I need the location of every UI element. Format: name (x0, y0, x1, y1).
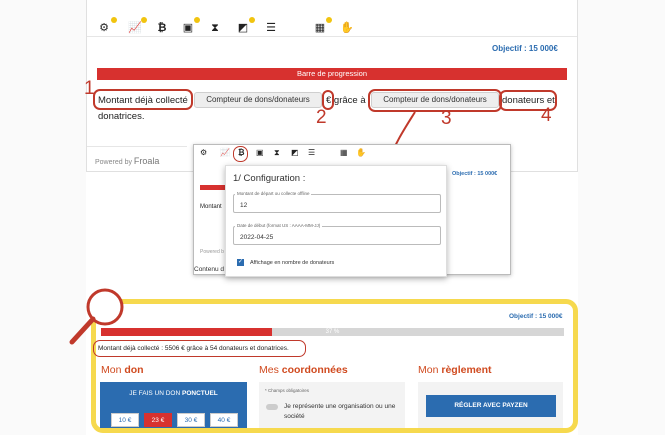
donor-count-checkbox[interactable]: ✓ (237, 259, 244, 266)
left-gutter (0, 0, 86, 435)
start-date-value: 2022-04-25 (240, 234, 274, 241)
org-toggle-label: Je représente une organisation ou une so… (284, 403, 396, 420)
start-date-field[interactable]: 2022-04-25 (233, 226, 441, 245)
progress-bar-placeholder: Barre de progression (97, 68, 567, 80)
highlight-ring-1 (93, 89, 193, 110)
col-reglement-bold: règlement (441, 364, 492, 376)
popup-content-label: Contenu d (194, 266, 224, 273)
badge-dot (326, 17, 332, 23)
badge-dot (141, 17, 147, 23)
amount-option[interactable]: 10 € (111, 413, 139, 427)
align-icon[interactable]: ☰ (308, 148, 315, 157)
don-panel-title: JE FAIS UN DON PONCTUEL (100, 390, 247, 397)
start-amount-field[interactable]: 12 (233, 194, 441, 213)
bitcoin-icon[interactable]: ₿ (156, 22, 168, 34)
chart-icon[interactable]: 📈 (128, 22, 142, 34)
progress-bar-label: Barre de progression (296, 69, 368, 78)
magnifier-icon (69, 288, 124, 345)
calculator-icon[interactable]: ▦ (314, 22, 326, 34)
amount-option[interactable]: 40 € (210, 413, 238, 427)
amount-option[interactable]: 30 € (177, 413, 205, 427)
config-modal: 1/ Configuration : 12 Montant de départ … (225, 165, 447, 277)
image-icon[interactable]: ◩ (237, 22, 249, 34)
popup-left-text: Montant (200, 204, 222, 210)
hourglass-icon[interactable]: ⧗ (274, 148, 280, 158)
powered-by: Powered by Froala (95, 156, 159, 166)
chart-icon[interactable]: 📈 (220, 148, 230, 157)
don-title-bold: PONCTUEL (182, 390, 218, 397)
preview-objectif: Objectif : 15 000€ (509, 313, 563, 320)
checkbox-label: Affichage en nombre de donateurs (250, 260, 335, 266)
start-amount-label: Montant de départ ou collecte offline (235, 191, 312, 196)
calculator-icon[interactable]: ▦ (340, 148, 348, 157)
popup-toolbar: ⚙ 📈 ₿ ▣ ⧗ ◩ ☰ ▦ ✋ (198, 148, 398, 162)
amount-option-selected[interactable]: 23 € (144, 413, 172, 427)
editor-toolbar: ⚙ 📈 ₿ ▣ ⧗ ◩ ☰ ▦ ✋ (96, 8, 366, 34)
right-gutter (578, 0, 665, 435)
popup-objectif: Objectif : 15 000€ (452, 171, 498, 177)
annotation-4: 4 (541, 105, 552, 126)
bitcoin-highlight (233, 146, 248, 162)
id-card-icon[interactable]: ▣ (256, 148, 264, 157)
gear-icon[interactable]: ⚙ (200, 148, 207, 157)
col-don-title: Mon don (101, 364, 144, 376)
col-coordonnees-bold: coordonnées (281, 364, 348, 376)
col-coordonnees-title: Mes coordonnées (259, 364, 348, 376)
line-2: donatrices. (98, 111, 145, 122)
gear-icon[interactable]: ⚙ (98, 22, 110, 34)
annotation-3: 3 (441, 108, 452, 129)
counter-button[interactable]: Compteur de dons/donateurs (194, 92, 322, 108)
toolbar-divider (87, 36, 577, 37)
popup-red-bar (200, 185, 225, 190)
org-toggle[interactable] (266, 404, 278, 410)
froala-logo: Froala (133, 156, 160, 166)
start-amount-value: 12 (240, 202, 248, 209)
id-card-icon[interactable]: ▣ (182, 22, 194, 34)
col-don-bold: don (124, 364, 144, 376)
progress-label: 37 % (325, 329, 340, 335)
col-reglement-prefix: Mon (418, 364, 439, 376)
col-reglement-title: Mon règlement (418, 364, 492, 376)
payzen-button[interactable]: RÉGLER AVEC PAYZEN (426, 395, 556, 417)
handshake-icon[interactable]: ✋ (356, 148, 366, 157)
handshake-icon[interactable]: ✋ (340, 22, 354, 34)
image-icon[interactable]: ◩ (291, 148, 299, 157)
col-coordonnees-prefix: Mes (259, 364, 279, 376)
counter-button-label: Compteur de dons/donateurs (206, 95, 310, 104)
required-note: * Champs obligatoires (265, 388, 310, 393)
badge-dot (111, 17, 117, 23)
hourglass-icon[interactable]: ⧗ (209, 22, 221, 34)
col-don-prefix: Mon (101, 364, 122, 376)
align-icon[interactable]: ☰ (265, 22, 277, 34)
editor-footer-divider (87, 146, 187, 147)
don-title-prefix: JE FAIS UN DON (129, 390, 181, 397)
modal-title: 1/ Configuration : (233, 173, 306, 184)
popup-powered: Powered b (200, 249, 224, 255)
editor-objectif: Objectif : 15 000€ (492, 44, 558, 53)
annotation-1: 1 (84, 78, 95, 99)
badge-dot (194, 17, 200, 23)
annotation-2: 2 (316, 107, 327, 128)
start-date-label: Date de début (format US : AAAA-MM-JJ) (235, 223, 323, 228)
powered-by-label: Powered by (95, 159, 132, 166)
badge-dot (249, 17, 255, 23)
